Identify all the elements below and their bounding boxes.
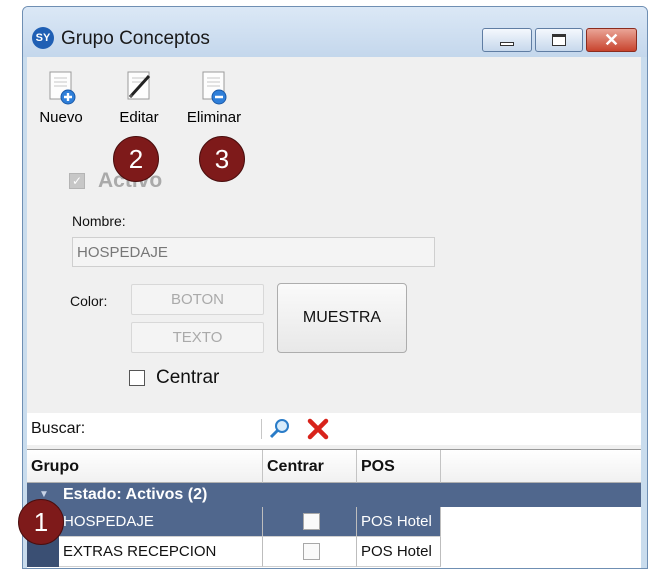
cell-pos[interactable]: POS Hotel xyxy=(357,507,441,537)
column-header-grupo[interactable]: Grupo xyxy=(27,450,263,483)
red-x-icon[interactable] xyxy=(307,418,329,440)
nombre-input[interactable] xyxy=(72,237,435,267)
window-title: Grupo Conceptos xyxy=(61,28,210,49)
close-icon: ✕ xyxy=(603,30,620,50)
title-bar[interactable]: SY Grupo Conceptos ✕ xyxy=(23,7,647,57)
minimize-icon xyxy=(500,42,514,46)
muestra-preview-button[interactable]: MUESTRA xyxy=(277,283,407,353)
checkmark-icon: ✓ xyxy=(69,173,85,189)
nuevo-button[interactable]: Nuevo xyxy=(35,71,87,126)
centrar-label: Centrar xyxy=(156,367,220,388)
column-header-centrar[interactable]: Centrar xyxy=(263,450,357,483)
cell-grupo[interactable]: EXTRAS RECEPCION xyxy=(59,537,263,567)
cell-centrar[interactable] xyxy=(263,507,357,537)
cell-pos[interactable]: POS Hotel xyxy=(357,537,441,567)
boton-color-button[interactable]: BOTON xyxy=(131,284,264,315)
eliminar-button[interactable]: Eliminar xyxy=(181,71,247,126)
group-header-label: Estado: Activos (2) xyxy=(63,486,208,503)
magnifier-icon[interactable] xyxy=(269,418,291,440)
grupos-grid: Grupo Centrar POS ▼ Estado: Activos (2) … xyxy=(27,449,641,568)
nombre-label: Nombre: xyxy=(72,213,126,229)
maximize-button[interactable] xyxy=(535,28,583,52)
checkbox-box xyxy=(129,370,145,386)
annotation-badge-2: 2 xyxy=(113,136,159,182)
delete-document-icon xyxy=(202,71,227,105)
nuevo-label: Nuevo xyxy=(39,109,83,126)
annotation-badge-3: 3 xyxy=(199,136,245,182)
eliminar-label: Eliminar xyxy=(186,109,242,126)
table-row[interactable]: HOSPEDAJE POS Hotel xyxy=(27,507,641,537)
column-header-pos[interactable]: POS xyxy=(357,450,441,483)
group-header-row[interactable]: ▼ Estado: Activos (2) xyxy=(27,483,641,507)
centrar-cell-checkbox[interactable] xyxy=(303,513,320,530)
cell-centrar[interactable] xyxy=(263,537,357,567)
editar-button[interactable]: Editar xyxy=(113,71,165,126)
client-area: Nuevo Editar Eliminar ✓ Nombre: HOSPEDAJ… xyxy=(27,57,641,568)
table-row[interactable]: EXTRAS RECEPCION POS Hotel xyxy=(27,537,641,567)
texto-color-button[interactable]: TEXTO xyxy=(131,322,264,353)
editar-label: Editar xyxy=(119,109,159,126)
centrar-cell-checkbox[interactable] xyxy=(303,543,320,560)
app-icon: SY xyxy=(32,27,54,49)
new-document-icon xyxy=(49,71,76,105)
grupo-conceptos-window: SY Grupo Conceptos ✕ Nuevo Editar Elimin… xyxy=(22,6,648,569)
cell-grupo[interactable]: HOSPEDAJE xyxy=(59,507,263,537)
close-button[interactable]: ✕ xyxy=(586,28,637,52)
search-bar: Buscar: xyxy=(27,413,641,445)
minimize-button[interactable] xyxy=(482,28,532,52)
maximize-icon xyxy=(552,34,566,46)
color-label: Color: xyxy=(70,293,108,309)
annotation-badge-1: 1 xyxy=(18,499,64,545)
search-input[interactable] xyxy=(97,416,261,444)
separator xyxy=(261,419,262,439)
edit-pencil-icon xyxy=(127,71,151,100)
buscar-label: Buscar: xyxy=(31,420,86,437)
column-header-empty xyxy=(441,450,641,483)
